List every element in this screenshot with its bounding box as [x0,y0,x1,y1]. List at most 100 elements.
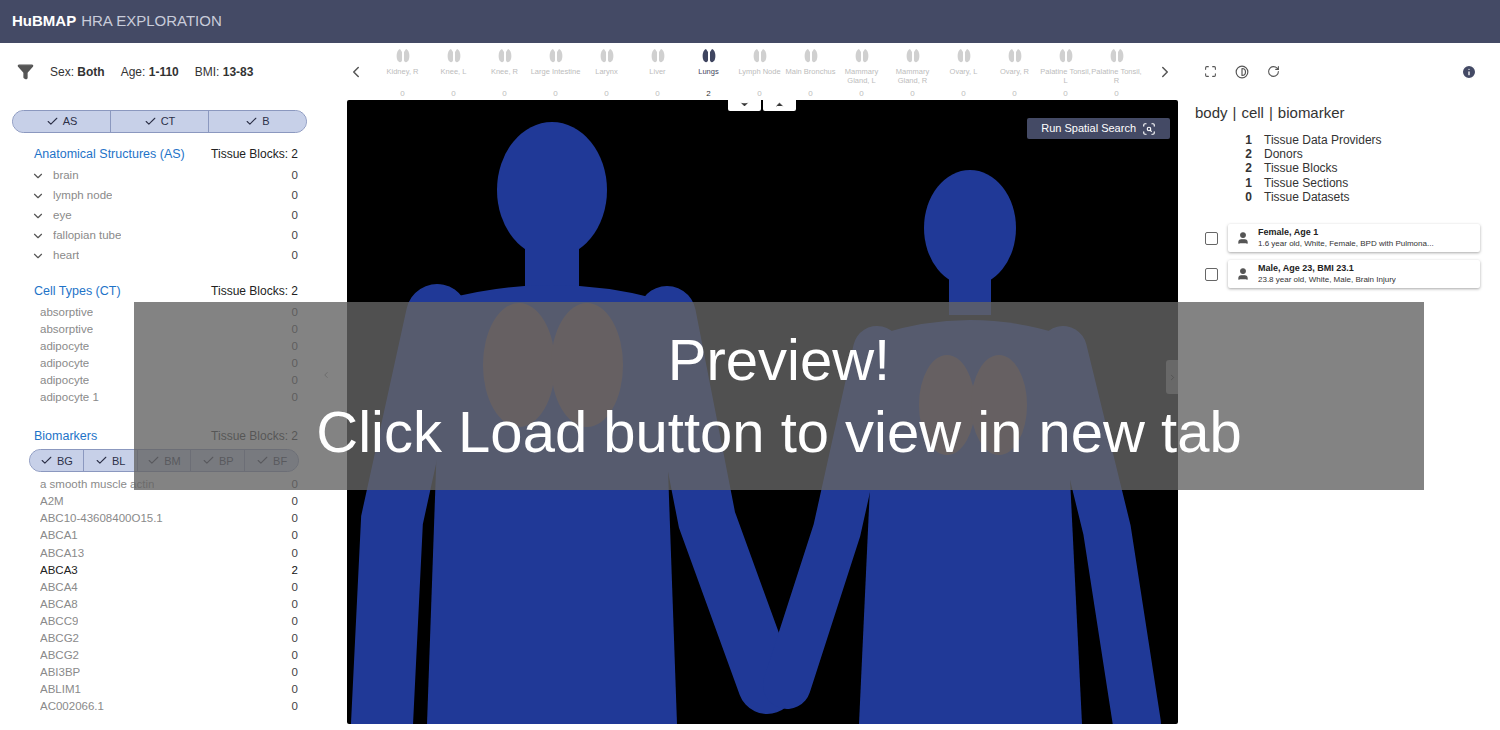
donor-row: Male, Age 23, BMI 23.123.8 year old, Whi… [1195,260,1480,288]
view-tab[interactable]: biomarker [1278,102,1345,125]
organ-item[interactable]: Larynx0 [581,43,632,100]
list-row[interactable]: ABC10-43608400O15.10 [0,510,320,527]
filter-value[interactable]: BMI: 13-83 [195,63,254,81]
filter-value[interactable]: Age: 1-110 [121,63,179,81]
biomarker-list: a smooth muscle actin0A2M0ABC10-43608400… [0,476,320,715]
organ-item[interactable]: Mammary Gland, L0 [836,43,887,100]
donor-checkbox[interactable] [1205,232,1218,245]
section-header: Anatomical Structures (AS) Tissue Blocks:… [0,145,320,164]
organ-icon [394,47,412,65]
tab-separator: | [1269,102,1273,125]
organ-icon [649,47,667,65]
donor-card[interactable]: Female, Age 11.6 year old, White, Female… [1228,224,1480,252]
check-icon [95,454,108,467]
stats: 1Tissue Data Providers2Donors2Tissue Blo… [1195,133,1500,205]
refresh-icon[interactable] [1267,65,1280,78]
collapse-tab[interactable] [728,97,761,111]
list-row[interactable]: ABLIM10 [0,681,320,698]
organ-icon [955,47,973,65]
filter-row: Sex: Both Age: 1-110 BMI: 13-83 [0,43,320,100]
brand[interactable]: HuBMAP [12,10,76,33]
overlay-text: Click Load button to view in new tab [316,396,1241,468]
list-row[interactable]: ABCG20 [0,630,320,647]
person-icon [1236,231,1250,245]
view-tab[interactable]: cell [1241,102,1264,125]
toggle-button[interactable]: BL [83,450,137,471]
organ-icon [445,47,463,65]
organ-item[interactable]: Lymph Node0 [734,43,785,100]
organ-item[interactable]: Main Bronchus0 [785,43,836,100]
list-row[interactable]: ABCA80 [0,596,320,613]
organ-item[interactable]: Large Intestine0 [530,43,581,100]
expand-tab[interactable] [763,97,796,111]
fullscreen-icon[interactable] [1204,65,1217,78]
toggle-button[interactable]: AS [13,111,110,132]
list-row[interactable]: ABCA10 [0,528,320,545]
toolbar [1195,43,1500,100]
organ-item[interactable]: Knee, L0 [428,43,479,100]
toggle-button[interactable]: B [208,111,306,132]
organ-icon [751,47,769,65]
check-icon [46,115,59,128]
donor-card[interactable]: Male, Age 23, BMI 23.123.8 year old, Whi… [1228,260,1480,288]
list-row[interactable]: ABCA32 [0,562,320,579]
app: HuBMAPHRA EXPLORATIONSex: BothAge: 1-110… [0,0,1500,730]
list-row[interactable]: heart0 [0,246,320,266]
chevron-down-icon[interactable] [31,189,45,203]
section-count: Tissue Blocks: 2 [211,145,298,163]
arrow-up-icon [774,99,785,110]
organ-carousel: Kidney, R0Knee, L0Knee, R0Large Intestin… [347,43,1178,100]
list-row[interactable]: A2M0 [0,493,320,510]
view-tabs: body|cell|biomarker [1195,102,1500,125]
person-icon [1236,267,1250,281]
list-row[interactable]: ABCA130 [0,545,320,562]
arrow-down-icon [739,99,750,110]
info-icon[interactable] [1461,64,1477,80]
organ-icon [700,47,718,65]
chevron-down-icon[interactable] [31,229,45,243]
list-row[interactable]: fallopian tube0 [0,226,320,246]
list-row[interactable]: AC002066.10 [0,698,320,715]
organ-item[interactable]: Ovary, R0 [989,43,1040,100]
organ-item[interactable]: Lungs2 [683,43,734,100]
stat-row: 1Tissue Data Providers [1195,133,1500,147]
list-row[interactable]: ABI3BP0 [0,664,320,681]
filter-value[interactable]: Sex: Both [50,63,105,81]
organ-icon [1108,47,1126,65]
organ-item[interactable]: Palatine Tonsil, L0 [1040,43,1091,100]
chevron-down-icon[interactable] [31,169,45,183]
section-title[interactable]: Anatomical Structures (AS) [34,145,185,164]
chevron-down-icon[interactable] [31,249,45,263]
chevron-left-icon[interactable] [347,63,365,81]
list-row[interactable]: lymph node0 [0,186,320,206]
organ-icon [547,47,565,65]
section-title[interactable]: Cell Types (CT) [34,282,121,301]
stat-row: 1Tissue Sections [1195,176,1500,190]
list-row[interactable]: eye0 [0,206,320,226]
list-row[interactable]: ABCA40 [0,579,320,596]
organ-item[interactable]: Knee, R0 [479,43,530,100]
theme-icon[interactable] [1235,65,1249,79]
list-row[interactable]: ABCC90 [0,613,320,630]
spatial-search-button[interactable]: Run Spatial Search [1027,118,1170,139]
list-row[interactable]: brain0 [0,166,320,186]
organ-item[interactable]: Palatine Tonsil, R0 [1091,43,1142,100]
view-tab[interactable]: body [1195,102,1228,125]
chevron-down-icon[interactable] [31,209,45,223]
overlay-text: Preview! [668,324,890,396]
list-row[interactable]: ABCG20 [0,647,320,664]
preview-overlay[interactable]: Preview!Click Load button to view in new… [134,302,1424,490]
organ-item[interactable]: Ovary, L0 [938,43,989,100]
organ-item[interactable]: Liver0 [632,43,683,100]
toggle-button[interactable]: BG [30,450,83,471]
chevron-right-icon[interactable] [1156,63,1174,81]
check-icon [245,115,258,128]
organ-item[interactable]: Kidney, R0 [377,43,428,100]
filter-icon[interactable] [17,63,34,80]
donor-checkbox[interactable] [1205,268,1218,281]
organ-icon [598,47,616,65]
toggle-button[interactable]: CT [110,111,208,132]
organ-icon [802,47,820,65]
organ-item[interactable]: Mammary Gland, R0 [887,43,938,100]
section-title[interactable]: Biomarkers [34,427,97,446]
